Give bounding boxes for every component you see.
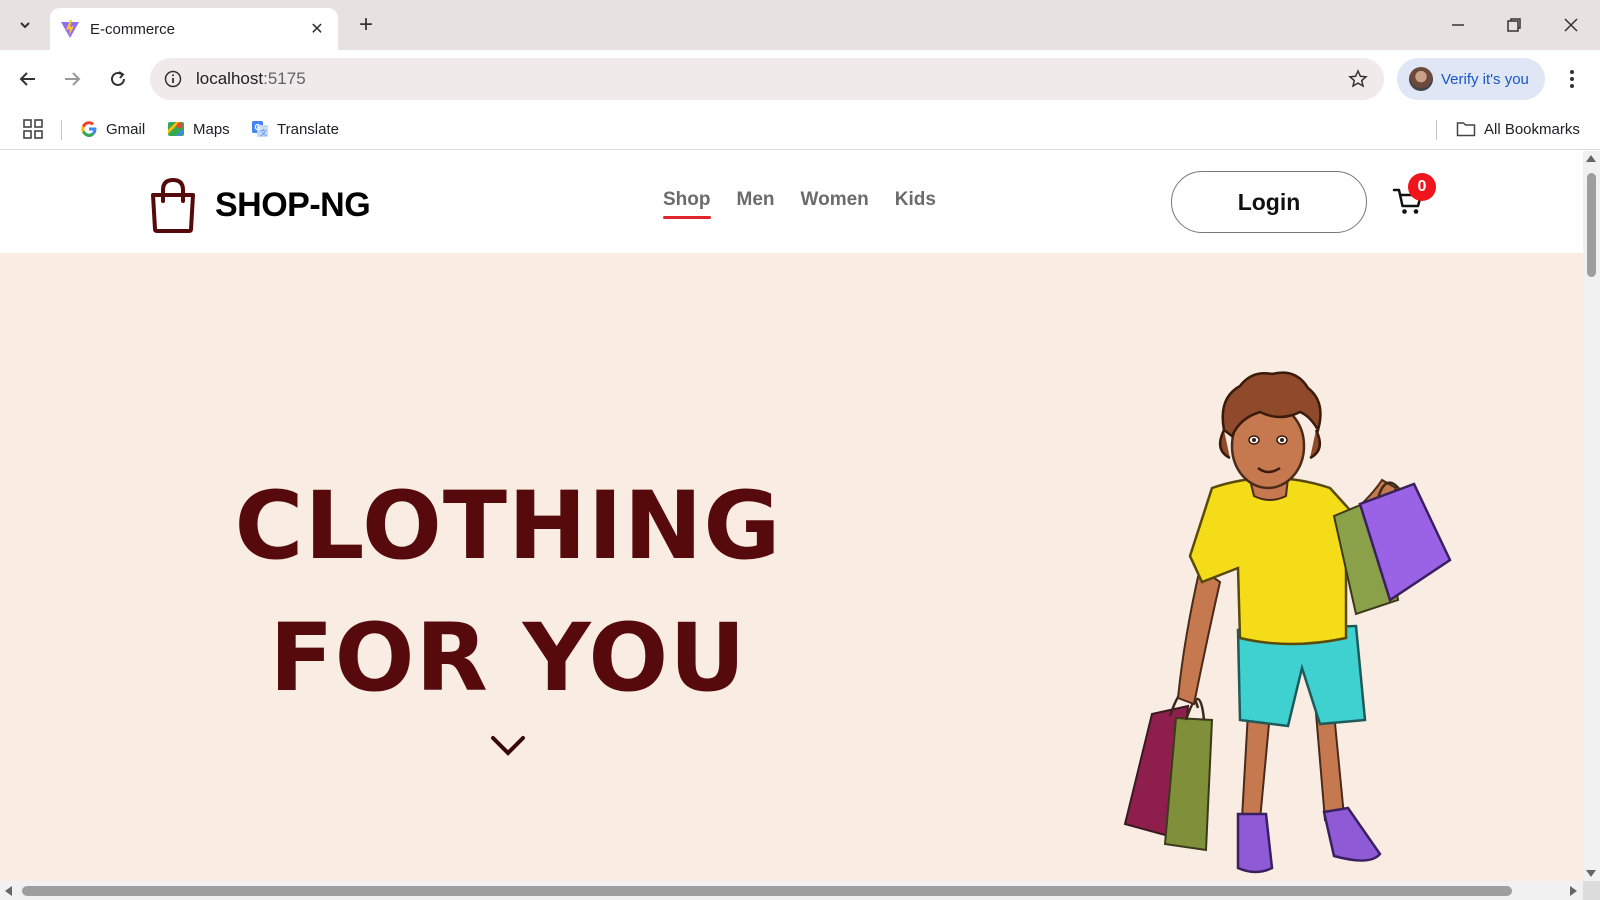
- translate-icon: G 文: [251, 120, 269, 138]
- scrollbar-thumb[interactable]: [1587, 173, 1596, 277]
- nav-link-kids[interactable]: Kids: [895, 189, 936, 211]
- browser-toolbar: localhost:5175 Verify it's you: [0, 50, 1600, 108]
- page-viewport: SHOP-NG Shop Men Women Kids Login 0 CLOT…: [0, 151, 1583, 881]
- scroll-down-arrow-icon[interactable]: [1586, 870, 1596, 877]
- restore-button[interactable]: [1494, 8, 1534, 42]
- restore-icon: [1507, 18, 1521, 32]
- nav-link-women[interactable]: Women: [801, 189, 869, 211]
- profile-verify-button[interactable]: Verify it's you: [1397, 58, 1545, 100]
- login-button[interactable]: Login: [1171, 171, 1367, 233]
- bookmarks-divider: [61, 120, 62, 140]
- all-bookmarks-label: All Bookmarks: [1484, 120, 1580, 138]
- browser-tab[interactable]: E-commerce ✕: [50, 8, 338, 50]
- maps-icon: [167, 120, 185, 138]
- new-tab-button[interactable]: +: [352, 11, 380, 39]
- scrollbar-thumb[interactable]: [22, 886, 1512, 896]
- bookmark-gmail[interactable]: Gmail: [80, 115, 145, 143]
- hero-title-line1: CLOTHING: [234, 472, 782, 581]
- tab-search-button[interactable]: [10, 10, 40, 40]
- minimize-button[interactable]: [1438, 8, 1478, 42]
- site-header: SHOP-NG Shop Men Women Kids Login 0: [0, 151, 1583, 253]
- bookmark-label: Maps: [193, 120, 230, 138]
- apps-grid-icon[interactable]: [22, 118, 44, 140]
- browser-menu-button[interactable]: [1560, 64, 1584, 94]
- site-info-icon[interactable]: [162, 68, 184, 90]
- bookmark-translate[interactable]: G 文 Translate: [251, 115, 339, 143]
- hero-title: CLOTHING FOR YOU: [180, 461, 836, 725]
- horizontal-scrollbar[interactable]: [0, 881, 1583, 900]
- forward-button[interactable]: [57, 64, 87, 94]
- vite-icon: [61, 20, 79, 38]
- bookmarks-divider: [1436, 120, 1437, 140]
- close-tab-icon[interactable]: ✕: [306, 18, 328, 40]
- close-window-button[interactable]: [1551, 8, 1591, 42]
- main-nav: Shop Men Women Kids: [663, 189, 936, 219]
- chevron-down-icon: [20, 22, 30, 29]
- vertical-scrollbar[interactable]: [1583, 151, 1600, 881]
- shopper-illustration: [1123, 371, 1452, 874]
- arrow-right-icon: [65, 72, 81, 86]
- svg-text:文: 文: [260, 128, 267, 137]
- browser-tab-bar: E-commerce ✕ +: [0, 0, 1600, 50]
- arrow-left-icon: [19, 72, 35, 86]
- chevron-down-icon[interactable]: [490, 733, 526, 759]
- address-bar[interactable]: localhost:5175: [150, 58, 1384, 100]
- hero-section: CLOTHING FOR YOU: [0, 253, 1583, 881]
- hero-title-line2: FOR YOU: [269, 604, 747, 713]
- nav-link-shop[interactable]: Shop: [663, 189, 711, 219]
- reload-button[interactable]: [103, 64, 133, 94]
- more-vert-icon: [1570, 70, 1574, 88]
- nav-link-men[interactable]: Men: [737, 189, 775, 211]
- bookmark-star-icon[interactable]: [1346, 67, 1370, 91]
- cart-count-badge: 0: [1408, 173, 1436, 201]
- verify-label: Verify it's you: [1441, 70, 1529, 88]
- folder-icon: [1456, 120, 1476, 138]
- close-icon: [1564, 18, 1578, 32]
- minimize-icon: [1452, 24, 1464, 26]
- site-logo[interactable]: SHOP-NG: [147, 177, 371, 233]
- bookmark-maps[interactable]: Maps: [167, 115, 230, 143]
- brand-name: SHOP-NG: [215, 185, 371, 224]
- all-bookmarks-button[interactable]: All Bookmarks: [1456, 115, 1580, 143]
- scroll-left-arrow-icon[interactable]: [5, 886, 12, 896]
- scroll-right-arrow-icon[interactable]: [1570, 886, 1577, 896]
- back-button[interactable]: [13, 64, 43, 94]
- scroll-up-arrow-icon[interactable]: [1586, 155, 1596, 162]
- shopping-bag-icon: [151, 177, 195, 233]
- tab-title: E-commerce: [90, 20, 176, 38]
- url-text: localhost:5175: [196, 69, 306, 88]
- avatar: [1409, 67, 1433, 91]
- bookmark-label: Gmail: [106, 120, 146, 138]
- reload-icon: [111, 71, 125, 86]
- scrollbar-corner: [1583, 881, 1600, 900]
- bookmarks-bar: Gmail Maps G 文 Translate All Bookmarks: [0, 108, 1600, 150]
- bookmark-label: Translate: [277, 120, 339, 138]
- google-icon: [80, 120, 98, 138]
